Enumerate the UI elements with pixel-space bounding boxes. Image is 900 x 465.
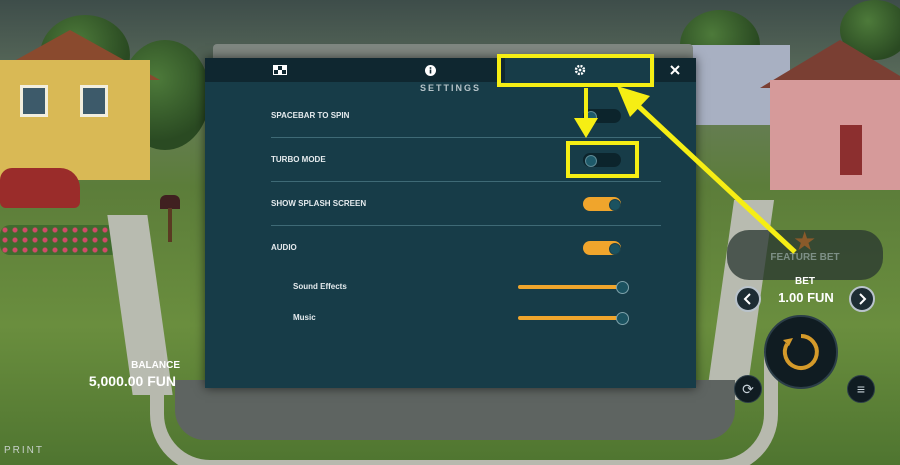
menu-icon: ≡: [856, 381, 866, 397]
bet-label: BET: [795, 276, 815, 287]
spin-button[interactable]: [764, 315, 838, 389]
divider: [271, 181, 661, 182]
turbo-toggle-highlight: [566, 141, 639, 178]
toggle-knob: [609, 199, 621, 211]
sound-effects-label: Sound Effects: [293, 282, 347, 291]
toggle-knob: [609, 243, 621, 255]
feature-bet-label: FEATURE BET: [770, 252, 840, 263]
bet-increase-button[interactable]: [849, 286, 875, 312]
flower-bed: [0, 225, 120, 255]
settings-tab-highlight: [497, 54, 654, 87]
mailbox: [160, 195, 180, 209]
info-icon: [424, 64, 436, 76]
sound-effects-slider[interactable]: [518, 281, 629, 294]
turbo-mode-label: TURBO MODE: [271, 155, 326, 164]
divider: [271, 137, 661, 138]
driveway: [175, 380, 735, 440]
tab-info[interactable]: [355, 58, 505, 82]
car: [0, 168, 80, 208]
bet-decrease-button[interactable]: [735, 286, 761, 312]
settings-panel: SETTINGS SPACEBAR TO SPIN TURBO MODE SHO…: [205, 58, 696, 388]
slider-thumb[interactable]: [616, 281, 629, 294]
audio-toggle[interactable]: [583, 241, 621, 255]
music-slider[interactable]: [518, 312, 629, 325]
close-icon: [670, 65, 680, 75]
balance-label: BALANCE: [131, 360, 180, 371]
slider-thumb[interactable]: [616, 312, 629, 325]
balance-value: 5,000.00 FUN: [88, 373, 176, 389]
paytable-icon: [273, 65, 287, 75]
house: [0, 60, 150, 180]
autoplay-icon: ⟳: [742, 380, 754, 397]
chevron-right-icon: [859, 293, 867, 305]
music-label: Music: [293, 313, 316, 322]
spacebar-to-spin-toggle[interactable]: [583, 109, 621, 123]
close-button[interactable]: [660, 58, 690, 82]
house: [770, 80, 900, 190]
bet-value: 1.00 FUN: [778, 290, 834, 305]
spin-icon: [782, 334, 819, 370]
print-label: PRINT: [4, 445, 44, 456]
divider: [271, 225, 661, 226]
audio-label: AUDIO: [271, 243, 297, 252]
autoplay-button[interactable]: ⟳: [734, 375, 762, 403]
tab-paytable[interactable]: [205, 58, 355, 82]
spacebar-to-spin-label: SPACEBAR TO SPIN: [271, 111, 350, 120]
show-splash-screen-toggle[interactable]: [583, 197, 621, 211]
toggle-knob: [585, 111, 597, 123]
mailbox-post: [168, 208, 172, 242]
show-splash-screen-label: SHOW SPLASH SCREEN: [271, 199, 367, 208]
chevron-left-icon: [743, 293, 751, 305]
feature-bet-button[interactable]: ★ FEATURE BET: [727, 226, 883, 280]
menu-button[interactable]: ≡: [847, 375, 875, 403]
